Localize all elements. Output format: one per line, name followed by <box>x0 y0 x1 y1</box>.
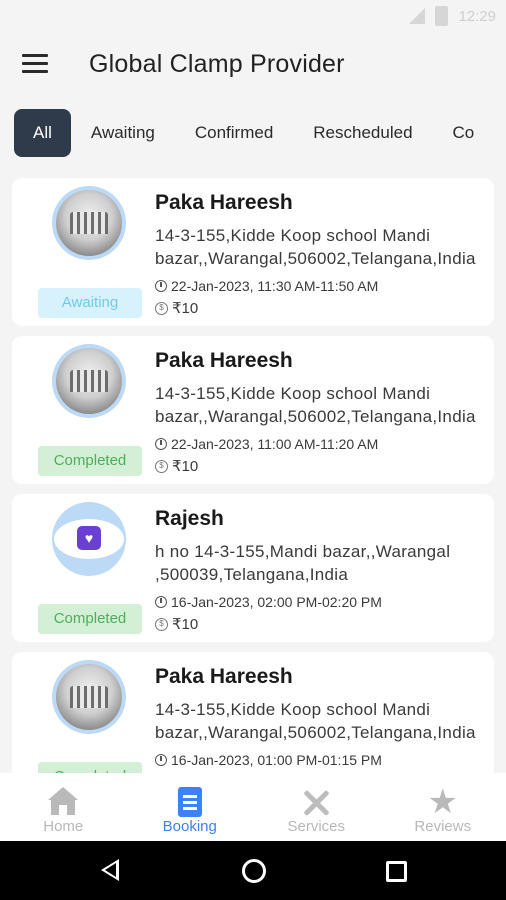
status-badge: Completed <box>38 604 142 634</box>
back-icon[interactable] <box>101 859 119 881</box>
price-text: ₹10 <box>172 616 199 633</box>
status-badge: Completed <box>38 446 142 476</box>
nav-reviews[interactable]: ★ Reviews <box>380 773 506 841</box>
booking-list: Awaiting Paka Hareesh 14-3-155,Kidde Koo… <box>12 178 494 810</box>
home-icon <box>48 787 79 817</box>
heart-icon: ♥ <box>77 526 101 550</box>
customer-name: Paka Hareesh <box>155 665 293 688</box>
status-bar: 12:29 <box>0 0 506 32</box>
booking-card[interactable]: ♥ Completed Rajesh h no 14-3-155,Mandi b… <box>12 494 494 642</box>
services-icon <box>300 787 332 819</box>
coin-icon: $ <box>155 301 168 315</box>
booking-time: 22-Jan-2023, 11:30 AM-11:50 AM <box>155 278 378 294</box>
time-text: 22-Jan-2023, 11:30 AM-11:50 AM <box>171 278 379 294</box>
price-text: ₹10 <box>172 300 199 317</box>
building-photo <box>56 664 122 730</box>
app-bar: Global Clamp Provider <box>0 32 506 100</box>
time-text: 16-Jan-2023, 02:00 PM-02:20 PM <box>171 594 382 610</box>
time-text: 16-Jan-2023, 01:00 PM-01:15 PM <box>171 752 382 768</box>
nav-services[interactable]: Services <box>253 773 380 841</box>
customer-address: 14-3-155,Kidde Koop school Mandi bazar,,… <box>155 700 476 742</box>
nav-label: Reviews <box>414 818 472 835</box>
clock-icon <box>155 438 167 450</box>
customer-address: 14-3-155,Kidde Koop school Mandi bazar,,… <box>155 226 476 268</box>
page-title: Global Clamp Provider <box>89 50 345 78</box>
battery-icon <box>435 6 449 26</box>
home-circle-icon[interactable] <box>242 859 266 883</box>
nav-label: Booking <box>162 818 217 835</box>
clock-icon <box>155 754 167 766</box>
time-text: 22-Jan-2023, 11:00 AM-11:20 AM <box>171 436 379 452</box>
booking-price: $ ₹10 <box>155 615 198 633</box>
booking-time: 16-Jan-2023, 02:00 PM-02:20 PM <box>155 594 382 610</box>
customer-name: Paka Hareesh <box>155 191 293 214</box>
avatar <box>52 660 126 734</box>
booking-card[interactable]: Completed Paka Hareesh 14-3-155,Kidde Ko… <box>12 336 494 484</box>
customer-address: 14-3-155,Kidde Koop school Mandi bazar,,… <box>155 384 476 426</box>
status-badge: Awaiting <box>38 288 142 318</box>
profile-photo: ♥ <box>54 519 124 559</box>
nav-home[interactable]: Home <box>0 773 127 841</box>
status-icons: 12:29 <box>409 6 496 26</box>
star-icon: ★ <box>427 783 458 821</box>
status-time: 12:29 <box>458 7 496 25</box>
avatar <box>52 186 126 260</box>
menu-icon[interactable] <box>22 54 48 76</box>
booking-icon <box>177 787 202 817</box>
booking-price: $ ₹10 <box>155 299 198 317</box>
avatar <box>52 344 126 418</box>
nav-booking[interactable]: Booking <box>127 773 254 841</box>
recents-icon[interactable] <box>386 861 407 882</box>
building-photo <box>56 348 122 414</box>
price-text: ₹10 <box>172 458 199 475</box>
coin-icon: $ <box>155 617 168 631</box>
system-nav-bar <box>0 841 506 900</box>
nav-label: Services <box>287 818 346 835</box>
tab-all[interactable]: All <box>14 109 71 157</box>
booking-time: 16-Jan-2023, 01:00 PM-01:15 PM <box>155 752 382 768</box>
customer-address: h no 14-3-155,Mandi bazar,,Warangal ,500… <box>155 542 451 584</box>
nav-label: Home <box>43 818 84 835</box>
tab-rescheduled[interactable]: Rescheduled <box>293 109 432 157</box>
clock-icon <box>155 596 167 608</box>
avatar: ♥ <box>52 502 126 576</box>
building-photo <box>56 190 122 256</box>
tab-awaiting[interactable]: Awaiting <box>71 109 175 157</box>
coin-icon: $ <box>155 459 168 473</box>
clock-icon <box>155 280 167 292</box>
status-tabs: All Awaiting Confirmed Rescheduled Co <box>14 108 506 158</box>
customer-name: Paka Hareesh <box>155 349 293 372</box>
signal-icon <box>409 8 426 24</box>
booking-price: $ ₹10 <box>155 457 198 475</box>
tab-confirmed[interactable]: Confirmed <box>175 109 293 157</box>
booking-time: 22-Jan-2023, 11:00 AM-11:20 AM <box>155 436 378 452</box>
bottom-nav: Home Booking Services ★ Reviews <box>0 773 506 841</box>
booking-card[interactable]: Awaiting Paka Hareesh 14-3-155,Kidde Koo… <box>12 178 494 326</box>
tab-completed[interactable]: Co <box>433 109 495 157</box>
customer-name: Rajesh <box>155 507 224 530</box>
